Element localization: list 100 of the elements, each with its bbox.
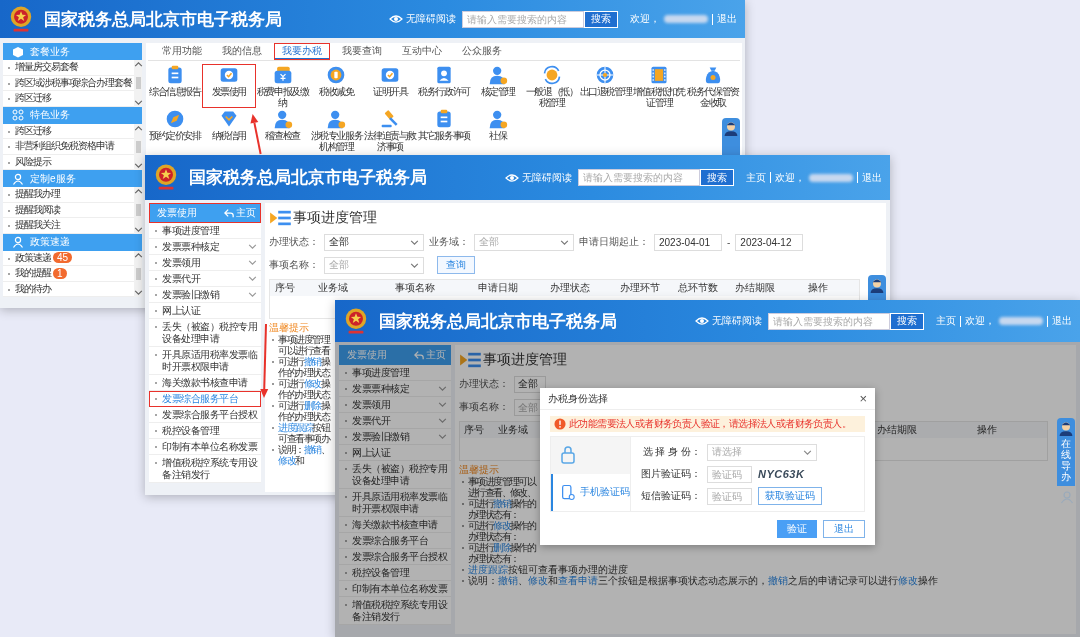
accessibility-link[interactable]: 无障碍阅读 — [389, 12, 456, 26]
sidebar-item[interactable]: 网上认证 — [149, 303, 261, 319]
sidebar-item[interactable]: 网上认证 — [339, 445, 451, 461]
date-field[interactable]: 2023-04-01 — [654, 233, 722, 251]
select-field[interactable]: 全部 — [324, 233, 424, 251]
chevron-up-icon — [133, 252, 143, 258]
sidebar-item[interactable]: 税控设备管理 — [149, 423, 261, 439]
eye-icon — [389, 13, 403, 25]
text-link[interactable]: 进度跟踪 — [278, 422, 313, 433]
help-widget[interactable] — [722, 118, 740, 158]
search-button[interactable]: 搜索 — [584, 10, 618, 28]
service-item[interactable]: 综合信息报告 — [148, 64, 202, 108]
service-item[interactable]: 增值税抵扣凭证管理 — [632, 64, 687, 108]
search-field[interactable]: 请输入需要搜索的内容 — [768, 312, 890, 330]
scrollbar-thumb[interactable] — [135, 140, 141, 153]
sidebar-item[interactable]: 发票验旧缴销 — [149, 287, 261, 303]
service-item[interactable]: 税费申报及缴纳 — [255, 64, 310, 108]
sidebar-item[interactable]: 发票票种核定 — [339, 381, 451, 397]
search-button[interactable]: 搜索 — [890, 312, 924, 330]
sidebar-item[interactable]: 政策速递 45 — [3, 250, 134, 266]
text-link[interactable]: 修改 — [303, 378, 321, 389]
tab[interactable]: 我要办税 — [274, 43, 330, 60]
sidebar-item[interactable]: 海关缴款书核查申请 — [149, 375, 261, 391]
text-link[interactable]: 删除 — [303, 400, 321, 411]
service-item[interactable]: 法律追责与救济事项 — [363, 108, 418, 152]
service-item[interactable]: 预约定价安排 — [148, 108, 202, 152]
search-field[interactable]: 请输入需要搜索的内容 — [462, 10, 584, 28]
sidebar-item[interactable]: 我的提醒 1 — [3, 266, 134, 282]
sidebar-item[interactable]: 开具原适用税率发票临时开票权限申请 — [149, 347, 261, 375]
exit-button[interactable]: 退出 — [823, 519, 865, 538]
service-item[interactable]: 纳税信用 — [201, 108, 256, 152]
text-link[interactable]: 修改 — [278, 455, 296, 466]
sms-code-button[interactable]: 获取验证码 — [758, 487, 822, 505]
service-item[interactable]: 社保 — [470, 108, 525, 152]
accessibility-link[interactable]: 无障碍阅读 — [695, 314, 762, 328]
accessibility-link[interactable]: 无障碍阅读 — [505, 170, 572, 185]
tip-text: 可进行修改操作的办理状态 — [269, 378, 333, 400]
input-field[interactable]: 验证码 — [707, 465, 752, 483]
scrollbar[interactable] — [134, 187, 142, 234]
sidebar-item[interactable]: 发票代开 — [149, 271, 261, 287]
scrollbar[interactable] — [134, 123, 142, 170]
tab[interactable]: 常用功能 — [154, 43, 210, 60]
date-field[interactable]: 2023-04-12 — [735, 233, 804, 251]
service-item[interactable]: 发票使用 — [201, 64, 256, 108]
globe-icon — [595, 65, 616, 85]
service-item[interactable]: 税务代保管资金收取 — [686, 64, 740, 108]
tab[interactable]: 我要查询 — [334, 43, 390, 60]
sidebar-item[interactable]: 发票综合服务平台 — [339, 533, 451, 549]
sidebar-item[interactable]: 印制有本单位名称发票 — [149, 439, 261, 455]
service-item[interactable]: 税收减免 — [309, 64, 364, 108]
filter-label: 申请日期起止： — [579, 235, 649, 249]
service-item[interactable]: 其它服务事项 — [417, 108, 471, 152]
sidebar-item[interactable]: 发票综合服务平台授权 — [149, 407, 261, 423]
sidebar-item[interactable]: 增值税税控系统专用设备注销发行 — [339, 597, 451, 625]
eye-icon — [695, 315, 709, 327]
sidebar-item[interactable]: 开具原适用税率发票临时开票权限申请 — [339, 489, 451, 517]
scrollbar[interactable] — [134, 60, 142, 107]
sidebar-item[interactable]: 印制有本单位名称发票 — [339, 581, 451, 597]
service-item[interactable]: 稽查检查 — [255, 108, 310, 152]
sidebar-item[interactable]: 海关缴款书核查申请 — [339, 517, 451, 533]
sidebar-item[interactable]: 增值税税控系统专用设备注销发行 — [149, 455, 261, 483]
column-header: 序号 — [274, 281, 296, 295]
method-tab[interactable]: 手机验证码 — [551, 473, 630, 511]
sidebar-item[interactable]: 丢失（被盗）税控专用设备处理申请 — [339, 461, 451, 489]
tab[interactable]: 公众服务 — [454, 43, 510, 60]
service-item[interactable]: 一般退（抵）税管理 — [524, 64, 579, 108]
sidebar-item[interactable]: 税控设备管理 — [339, 565, 451, 581]
search-field[interactable]: 请输入需要搜索的内容 — [578, 169, 700, 186]
sidebar-item[interactable]: 事项进度管理 — [339, 365, 451, 381]
text-link[interactable]: 撤销 — [303, 356, 321, 367]
sidebar-item[interactable]: 发票领用 — [149, 255, 261, 271]
close-button[interactable]: × — [859, 392, 867, 405]
service-item[interactable]: 税务行政许可 — [417, 64, 471, 108]
service-item[interactable]: 涉税专业服务机构管理 — [309, 108, 364, 152]
sidebar-item[interactable]: 丢失（被盗）税控专用设备处理申请 — [149, 319, 261, 347]
search-button[interactable]: 搜索 — [700, 169, 734, 186]
sidebar-item[interactable]: 发票验旧缴销 — [339, 429, 451, 445]
service-item[interactable]: 核定管理 — [470, 64, 525, 108]
scrollbar-thumb[interactable] — [135, 204, 141, 217]
captcha-text: NYC63K — [758, 468, 805, 480]
sidebar-item[interactable]: 发票综合服务平台 — [149, 391, 261, 407]
sidebar-item[interactable]: 发票综合服务平台授权 — [339, 549, 451, 565]
tab[interactable]: 我的信息 — [214, 43, 270, 60]
help-widget[interactable] — [868, 275, 886, 300]
scrollbar[interactable] — [134, 250, 142, 297]
service-item[interactable]: 出口退税管理 — [578, 64, 633, 108]
tip-text: 可进行撤销操作的办理状态 — [269, 356, 333, 378]
sidebar-item[interactable]: 发票票种核定 — [149, 239, 261, 255]
text-link[interactable]: 撤销 — [303, 444, 321, 455]
chevron-down-icon — [248, 244, 257, 249]
query-button[interactable]: 查询 — [437, 256, 475, 274]
input-field[interactable]: 验证码 — [707, 487, 752, 505]
input-field[interactable]: 全部 — [514, 375, 546, 393]
sidebar-item[interactable]: 事项进度管理 — [149, 223, 261, 239]
sidebar-item[interactable]: 发票代开 — [339, 413, 451, 429]
scrollbar-thumb[interactable] — [135, 267, 141, 280]
tab[interactable]: 互动中心 — [394, 43, 450, 60]
sidebar-item[interactable]: 发票领用 — [339, 397, 451, 413]
scrollbar-thumb[interactable] — [135, 77, 141, 90]
service-item[interactable]: 证明开具 — [363, 64, 418, 108]
